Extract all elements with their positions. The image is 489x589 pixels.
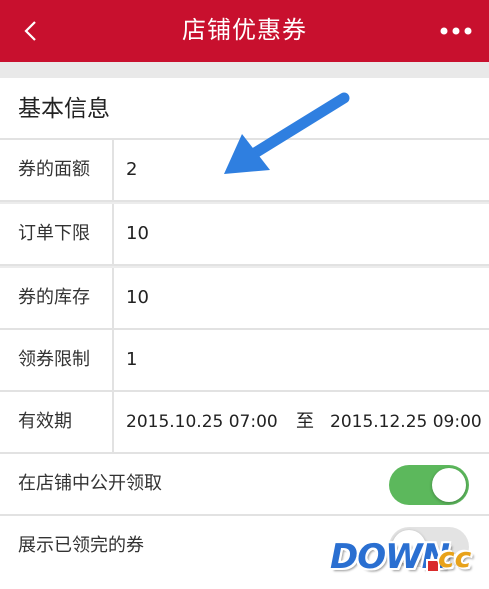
- validity-label: 有效期: [18, 411, 72, 432]
- claim-limit-label: 领券限制: [18, 349, 90, 370]
- field-row-order-min: 订单下限 10: [0, 204, 489, 266]
- order-min-label: 订单下限: [18, 223, 90, 244]
- annotation-arrow-icon: [224, 92, 350, 174]
- row-divider: [112, 140, 114, 200]
- toggle-row-public: 在店铺中公开领取: [0, 454, 489, 516]
- stock-input[interactable]: 10: [126, 268, 466, 328]
- validity-start-field[interactable]: 2015.10.25 07:00: [126, 392, 278, 452]
- section-title: 基本信息: [18, 96, 110, 122]
- public-claim-label: 在店铺中公开领取: [18, 473, 162, 494]
- field-row-validity: 有效期 2015.10.25 07:00 至 2015.12.25 09:00: [0, 392, 489, 454]
- face-value-label: 券的面额: [18, 159, 90, 180]
- row-divider: [112, 330, 114, 390]
- field-row-claim-limit: 领券限制 1: [0, 330, 489, 392]
- validity-end-field[interactable]: 2015.12.25 09:00: [330, 392, 482, 452]
- app-header: 店铺优惠券: [0, 0, 489, 62]
- toggle-knob: [432, 468, 466, 502]
- watermark-logo: DOWN cc: [330, 537, 472, 577]
- claim-limit-input[interactable]: 1: [126, 330, 466, 390]
- row-divider: [112, 204, 114, 264]
- public-claim-toggle[interactable]: [389, 465, 469, 505]
- page-title: 店铺优惠券: [182, 16, 307, 44]
- field-row-stock: 券的库存 10: [0, 268, 489, 330]
- row-divider: [112, 268, 114, 328]
- more-dots-icon: [440, 27, 472, 35]
- order-min-input[interactable]: 10: [126, 204, 466, 264]
- validity-separator: 至: [296, 411, 314, 432]
- stock-label: 券的库存: [18, 287, 90, 308]
- row-divider: [112, 392, 114, 452]
- header-gap: [0, 62, 489, 78]
- show-claimed-label: 展示已领完的券: [18, 535, 144, 556]
- more-button[interactable]: [433, 8, 479, 54]
